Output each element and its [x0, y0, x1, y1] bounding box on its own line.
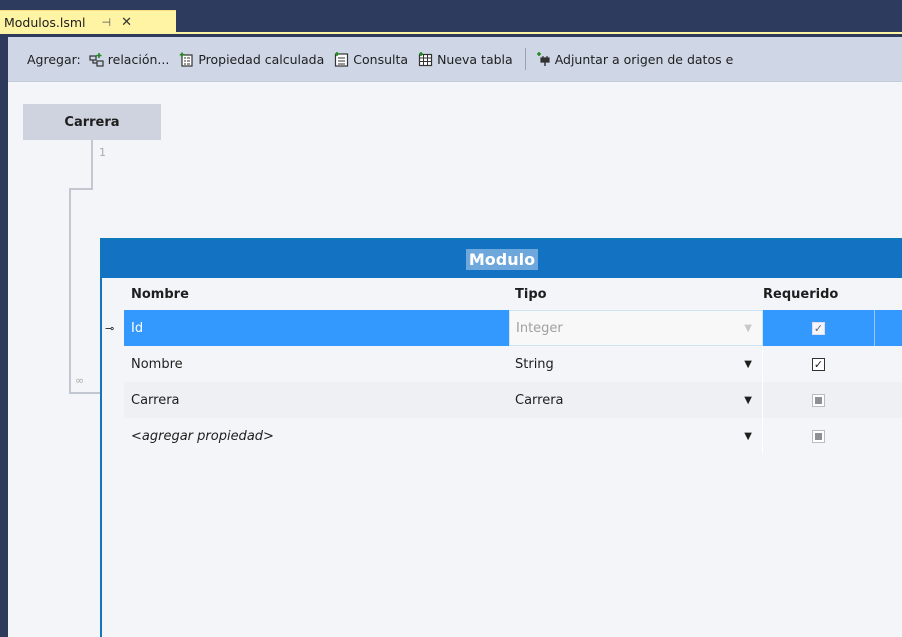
property-required-cell[interactable]: [763, 418, 874, 454]
close-icon[interactable]: ✕: [121, 15, 132, 30]
new-table-label: Nueva tabla: [437, 51, 513, 67]
relationship-line: [69, 188, 93, 190]
property-type-cell[interactable]: ▼: [509, 418, 763, 454]
table-row[interactable]: Carrera Carrera ▼: [124, 382, 902, 418]
add-computed-property-label: Propiedad calculada: [198, 51, 325, 67]
tab-underline: [0, 32, 902, 34]
required-checkbox[interactable]: ✓: [812, 357, 825, 371]
table-row[interactable]: ⊸ Id Integer ▼ ✓: [105, 310, 902, 346]
required-checkbox[interactable]: [812, 429, 825, 443]
chevron-down-icon[interactable]: ▼: [744, 359, 752, 370]
column-header-required: Requerido: [763, 286, 839, 302]
column-header-spacer: [874, 278, 902, 310]
attach-datasource-icon: [536, 51, 551, 67]
relationship-line: [69, 188, 71, 394]
multiplicity-one: 1: [99, 146, 106, 159]
property-name-cell[interactable]: Nombre: [124, 346, 509, 382]
query-icon: [334, 51, 349, 67]
entity-modulo: Modulo Nombre Tipo Requerido ⊸ Id Intege…: [100, 238, 902, 637]
column-header-name: Nombre: [131, 286, 189, 302]
add-query-label: Consulta: [353, 51, 409, 67]
document-tab-bar: Modulos.lsml ⊣ ✕: [0, 0, 902, 34]
column-header-type: Tipo: [515, 286, 547, 302]
add-property-cell[interactable]: <agregar propiedad>: [124, 418, 509, 454]
property-type-value: String: [515, 356, 554, 372]
new-table-button[interactable]: Nueva tabla: [418, 51, 513, 67]
attach-datasource-button[interactable]: Adjuntar a origen de datos e: [536, 51, 734, 67]
grid-header: Nombre Tipo Requerido: [124, 278, 902, 310]
key-icon: ⊸: [105, 322, 115, 335]
property-type-cell[interactable]: String ▼: [509, 346, 763, 382]
property-type-value: Carrera: [515, 392, 564, 408]
entity-header[interactable]: Modulo: [102, 240, 902, 278]
new-table-icon: [418, 51, 433, 67]
table-row-new-property[interactable]: <agregar propiedad> ▼: [124, 418, 902, 454]
designer-toolbar: Agregar: relación... Propiedad calculada…: [8, 37, 902, 82]
row-extra-cell: [874, 418, 902, 454]
add-relation-label: relación...: [107, 51, 170, 67]
chevron-down-icon[interactable]: ▼: [744, 395, 752, 406]
property-type-value: Integer: [516, 320, 563, 336]
property-type-cell[interactable]: Carrera ▼: [509, 382, 763, 418]
property-name-cell[interactable]: Id: [124, 310, 509, 346]
required-checkbox[interactable]: [812, 393, 825, 407]
row-extra-cell: [874, 310, 902, 346]
required-checkbox[interactable]: ✓: [812, 321, 825, 335]
designer-canvas[interactable]: Carrera 1 ∞ Modulo Nombre Tipo Requerido…: [8, 82, 902, 637]
property-name-cell[interactable]: Carrera: [124, 382, 509, 418]
add-computed-property-button[interactable]: Propiedad calculada: [179, 52, 324, 67]
chevron-down-icon[interactable]: ▼: [744, 431, 752, 442]
entity-title[interactable]: Modulo: [465, 248, 539, 270]
table-row[interactable]: Nombre String ▼ ✓: [124, 346, 902, 382]
property-required-cell[interactable]: ✓: [763, 346, 874, 382]
property-required-cell[interactable]: [763, 382, 874, 418]
add-relation-button[interactable]: relación...: [89, 51, 170, 67]
properties-grid: Nombre Tipo Requerido ⊸ Id Integer ▼ ✓ N…: [105, 278, 902, 454]
related-entity-carrera[interactable]: Carrera: [23, 104, 161, 140]
tab-title: Modulos.lsml: [4, 14, 86, 30]
relationship-line: [91, 140, 93, 190]
row-extra-cell: [874, 382, 902, 418]
document-tab[interactable]: Modulos.lsml ⊣ ✕: [0, 10, 176, 33]
pin-icon[interactable]: ⊣: [102, 16, 112, 29]
toolbar-separator: [524, 48, 526, 70]
row-extra-cell: [874, 346, 902, 382]
multiplicity-many: ∞: [75, 374, 85, 387]
relationship-line: [69, 392, 100, 394]
attach-datasource-label: Adjuntar a origen de datos e: [554, 51, 734, 67]
property-required-cell[interactable]: ✓: [763, 310, 874, 346]
chevron-down-icon[interactable]: ▼: [744, 323, 752, 334]
property-type-cell[interactable]: Integer ▼: [509, 310, 763, 346]
relation-icon: [89, 52, 104, 67]
computed-property-icon: [179, 52, 194, 67]
add-label: Agregar:: [27, 51, 81, 67]
add-query-button[interactable]: Consulta: [334, 51, 409, 67]
